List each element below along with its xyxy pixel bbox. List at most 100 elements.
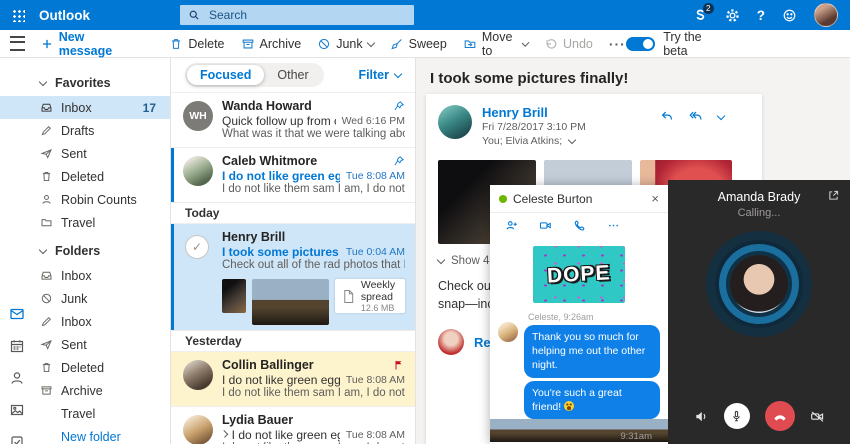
selected-checkbox[interactable]: ✓ bbox=[185, 235, 209, 259]
filter-button[interactable]: Filter bbox=[358, 68, 401, 82]
skype-button[interactable]: 2 bbox=[692, 7, 708, 23]
attachment-thumbnail[interactable] bbox=[252, 279, 329, 325]
call-controls bbox=[694, 401, 825, 431]
block-icon bbox=[317, 37, 331, 51]
mail-commands: Delete Archive Junk Sweep Move to bbox=[169, 30, 625, 58]
chat-toolbar bbox=[490, 213, 668, 238]
chat-sender-avatar bbox=[498, 322, 518, 342]
camera-off-icon[interactable] bbox=[810, 409, 825, 424]
chevron-down-icon bbox=[522, 39, 530, 47]
hamburger-menu-icon[interactable] bbox=[10, 36, 25, 51]
inbox-icon bbox=[40, 101, 53, 114]
sender-name[interactable]: Henry Brill bbox=[482, 105, 586, 120]
calendar-module-icon[interactable] bbox=[9, 338, 25, 354]
focused-other-switch: Focused Other bbox=[185, 63, 324, 87]
more-options-icon[interactable] bbox=[607, 219, 620, 232]
message-row-lydia[interactable]: Lydia Bauer I do not like green eggs and… bbox=[171, 406, 415, 444]
photos-module-icon[interactable] bbox=[9, 402, 25, 418]
more-commands-button[interactable]: ··· bbox=[609, 36, 626, 52]
pin-icon[interactable] bbox=[393, 155, 405, 167]
command-toolbar: New message Delete Archive Junk Sweep bbox=[0, 30, 850, 58]
inbox-icon bbox=[40, 269, 53, 282]
document-icon bbox=[342, 289, 355, 304]
top-bar: Outlook 2 ? bbox=[0, 0, 850, 30]
archive-button[interactable]: Archive bbox=[241, 37, 302, 51]
flag-icon[interactable] bbox=[393, 359, 405, 371]
sidebar-item-sent[interactable]: Sent bbox=[0, 142, 170, 165]
settings-gear-icon[interactable] bbox=[725, 8, 740, 23]
mute-microphone-button[interactable] bbox=[724, 403, 750, 429]
smile-emoji-icon bbox=[564, 401, 574, 411]
chevron-down-icon[interactable] bbox=[717, 112, 725, 120]
module-rail bbox=[7, 306, 27, 444]
delete-button[interactable]: Delete bbox=[169, 37, 224, 51]
search-box[interactable] bbox=[180, 5, 414, 25]
chat-bubble: You're such a great friend! bbox=[524, 381, 660, 419]
undo-icon bbox=[544, 37, 558, 51]
pencil-icon bbox=[40, 124, 53, 137]
add-person-icon[interactable] bbox=[505, 219, 518, 232]
chat-header[interactable]: Celeste Burton × bbox=[490, 185, 668, 213]
expand-conversation-icon[interactable] bbox=[221, 430, 229, 438]
video-call-icon[interactable] bbox=[539, 219, 552, 232]
close-icon[interactable]: × bbox=[651, 192, 659, 205]
app-title: Outlook bbox=[39, 8, 90, 23]
reply-all-icon[interactable] bbox=[689, 109, 703, 123]
reply-icon[interactable] bbox=[660, 109, 674, 123]
chevron-down-icon bbox=[437, 256, 445, 264]
sidebar-item-drafts[interactable]: Drafts bbox=[0, 119, 170, 142]
tab-focused[interactable]: Focused bbox=[187, 65, 264, 85]
message-list: Focused Other Filter WH Wanda Howard Qui… bbox=[170, 58, 416, 444]
skype-badge: 2 bbox=[703, 3, 714, 14]
tasks-module-icon[interactable] bbox=[9, 434, 25, 444]
feedback-smiley-icon[interactable] bbox=[782, 8, 797, 23]
gif-message[interactable]: DOPE bbox=[533, 246, 625, 303]
sidebar-item-robin-counts[interactable]: Robin Counts bbox=[0, 188, 170, 211]
avatar: WH bbox=[183, 101, 213, 131]
app-launcher-icon[interactable] bbox=[12, 9, 25, 22]
try-the-beta-toggle[interactable] bbox=[626, 37, 655, 51]
message-row-collin[interactable]: Collin Ballinger I do not like green egg… bbox=[171, 351, 415, 406]
pencil-icon bbox=[40, 315, 53, 328]
undo-button[interactable]: Undo bbox=[544, 37, 593, 51]
outlook-app: Outlook 2 ? New message Delete bbox=[0, 0, 850, 444]
block-icon bbox=[40, 292, 53, 305]
help-button[interactable]: ? bbox=[757, 8, 765, 23]
voice-call-icon[interactable] bbox=[573, 219, 586, 232]
new-message-button[interactable]: New message bbox=[41, 30, 140, 58]
sender-avatar bbox=[438, 105, 472, 139]
message-row-henry-selected[interactable]: ✓ Henry Brill I took some pictures final… bbox=[171, 223, 415, 330]
list-header: Focused Other Filter bbox=[171, 58, 415, 92]
search-input[interactable] bbox=[207, 7, 406, 23]
user-avatar[interactable] bbox=[814, 3, 838, 27]
pop-out-icon[interactable] bbox=[827, 189, 840, 202]
mail-module-icon[interactable] bbox=[9, 306, 25, 322]
sidebar-item-travel[interactable]: Travel bbox=[0, 211, 170, 234]
sidebar-folder-inbox[interactable]: Inbox bbox=[0, 264, 170, 287]
unread-count: 17 bbox=[143, 101, 156, 115]
broom-icon bbox=[390, 37, 404, 51]
tab-other[interactable]: Other bbox=[264, 65, 321, 85]
send-icon bbox=[40, 147, 53, 160]
chevron-down-icon bbox=[39, 246, 47, 254]
folders-header[interactable]: Folders bbox=[0, 238, 170, 264]
move-to-button[interactable]: Move to bbox=[463, 30, 528, 58]
folder-sidebar: Favorites Inbox 17 Drafts Sent Deleted R… bbox=[0, 58, 170, 444]
message-row-caleb[interactable]: Caleb Whitmore I do not like green eggs … bbox=[171, 147, 415, 202]
person-icon bbox=[40, 193, 53, 206]
email-subject-title: I took some pictures finally! bbox=[416, 58, 850, 87]
message-row-wanda[interactable]: WH Wanda Howard Quick follow up from cha… bbox=[171, 92, 415, 147]
end-call-button[interactable] bbox=[765, 401, 795, 431]
chevron-down-icon[interactable] bbox=[568, 136, 576, 144]
junk-button[interactable]: Junk bbox=[317, 37, 373, 51]
sidebar-item-deleted[interactable]: Deleted bbox=[0, 165, 170, 188]
callee-name: Amanda Brady bbox=[718, 190, 801, 204]
sweep-button[interactable]: Sweep bbox=[390, 37, 447, 51]
people-module-icon[interactable] bbox=[9, 370, 25, 386]
pin-icon[interactable] bbox=[393, 100, 405, 112]
speaker-icon[interactable] bbox=[694, 409, 709, 424]
attachment-document-card[interactable]: Weekly spread 12.6 MB bbox=[335, 279, 405, 313]
favorites-header[interactable]: Favorites bbox=[0, 70, 170, 96]
sidebar-item-inbox[interactable]: Inbox 17 bbox=[0, 96, 170, 119]
attachment-thumbnail[interactable] bbox=[222, 279, 246, 313]
